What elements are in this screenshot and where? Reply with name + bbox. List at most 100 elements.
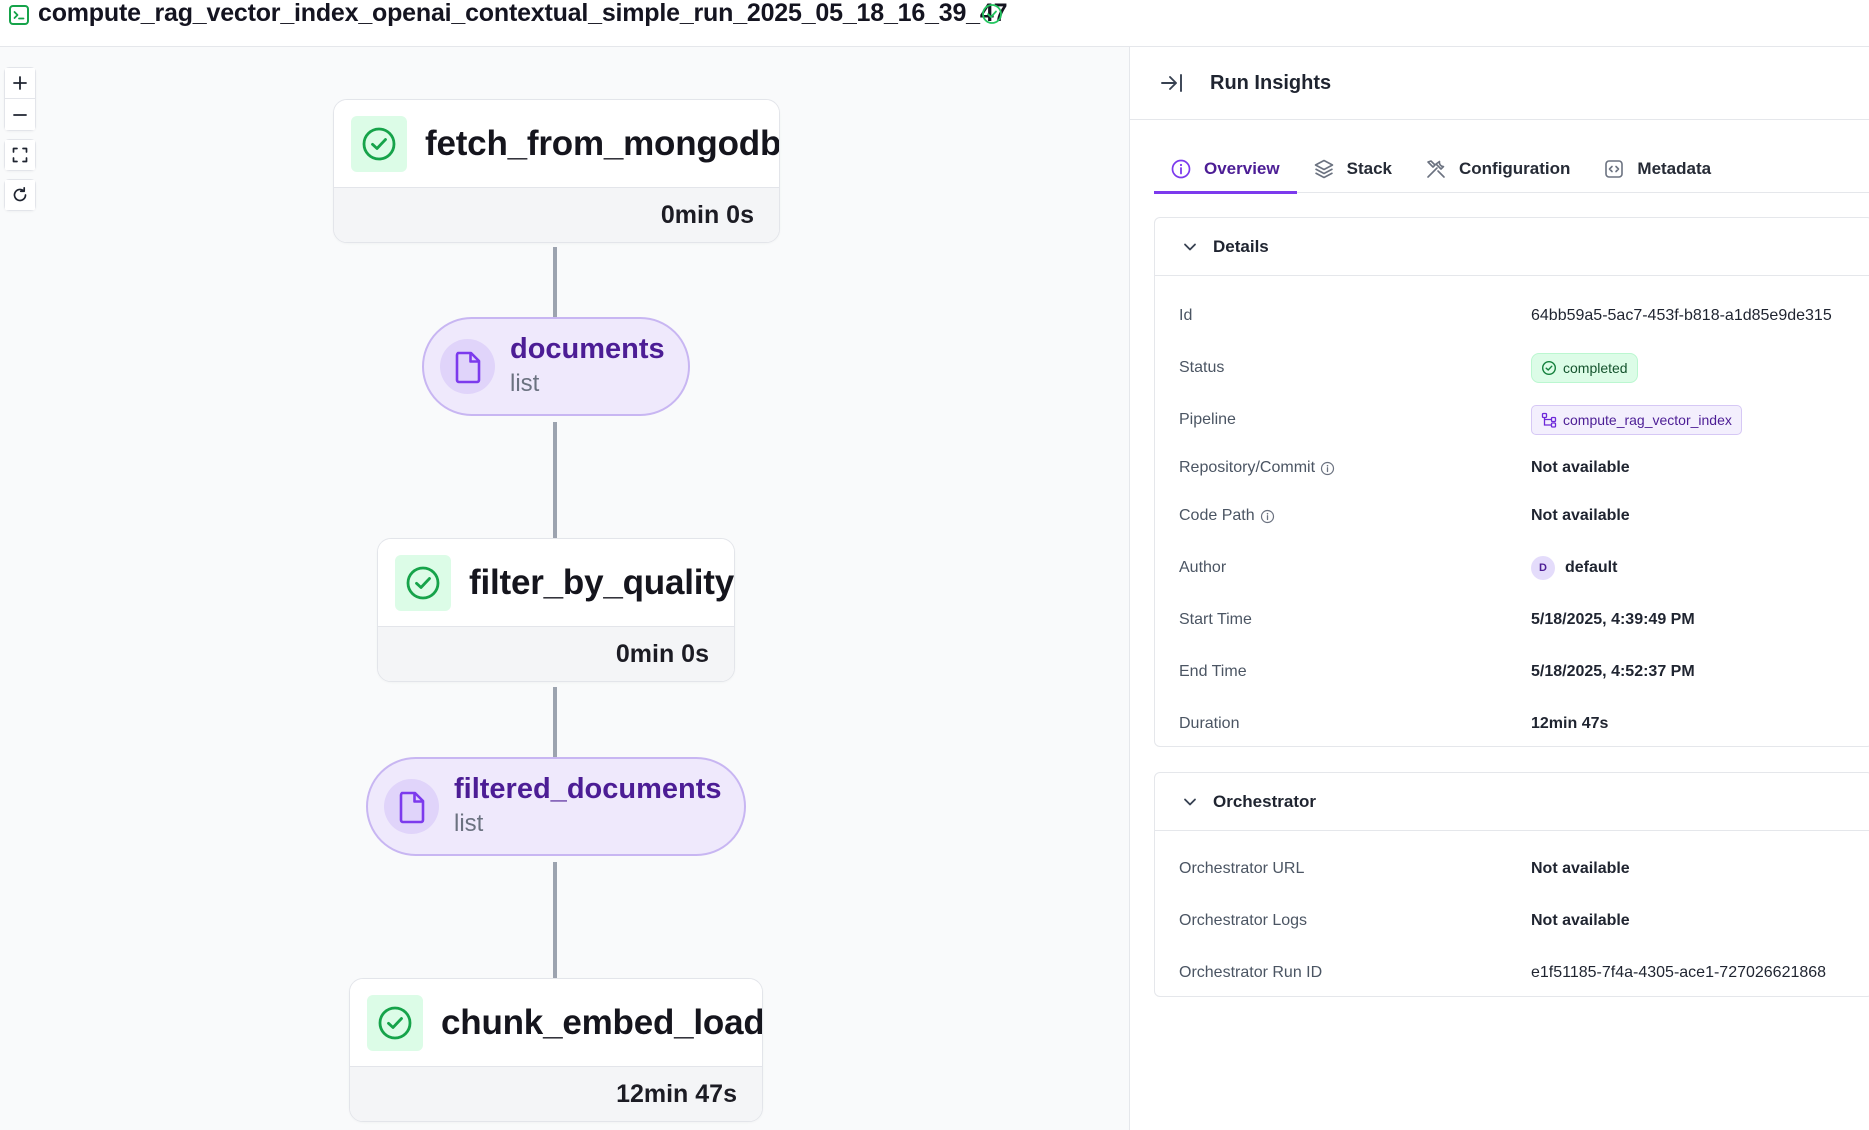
tab-label: Configuration [1458,159,1571,178]
orchestrator-logs-value: Not available [1531,912,1630,929]
orchestrator-row-logs: Orchestrator Logs Not available [1179,906,1869,936]
detail-row-author: Author D default [1179,553,1869,583]
chevron-down-icon [1184,243,1196,250]
panel-title: Run Insights [1210,71,1332,94]
run-id-value: 64bb59a5-5ac7-453f-b818-a1d85e9de315 [1531,307,1832,324]
step-duration: 12min 47s [350,1067,762,1121]
detail-row-status: Status completed [1179,353,1869,383]
step-success-icon [367,994,423,1051]
tab-stack[interactable]: Stack [1297,145,1409,193]
row-label: Orchestrator Run ID [1179,964,1323,981]
step-name: filter_by_quality [469,562,735,602]
details-title: Details [1213,236,1269,256]
code-icon [1605,160,1624,178]
refresh-button[interactable] [4,179,36,211]
refresh-icon [13,186,27,202]
row-label: Author [1179,559,1227,576]
chevron-down-icon [1184,798,1196,805]
zoom-in-icon [13,76,27,90]
dag-edge [553,247,557,317]
info-icon[interactable] [1320,461,1335,476]
orchestrator-row-run-id: Orchestrator Run ID e1f51185-7f4a-4305-a… [1179,958,1869,988]
page-title: compute_rag_vector_index_openai_contextu… [38,0,1008,27]
artifact-name: filtered_documents [454,772,722,805]
step-node-filter-by-quality[interactable]: filter_by_quality 0min 0s [377,538,735,682]
step-node-fetch-from-mongodb[interactable]: fetch_from_mongodb 0min 0s [333,99,780,243]
zoom-out-icon [13,113,27,116]
status-text: completed [1563,360,1628,376]
step-success-icon [395,554,451,611]
info-icon [1171,159,1191,179]
details-toggle[interactable]: Details [1155,218,1869,276]
artifact-name: documents [510,332,665,365]
row-label: Orchestrator Logs [1179,912,1308,929]
row-label: Duration [1179,715,1240,732]
tools-icon [1427,160,1445,178]
dag-edge [553,862,557,978]
zoom-out-button[interactable] [4,99,36,131]
orchestrator-title: Orchestrator [1213,791,1316,811]
repository-value: Not available [1531,459,1630,476]
avatar: D [1531,556,1555,580]
zoom-in-button[interactable] [4,67,36,99]
info-icon[interactable] [1260,509,1275,524]
row-label: Pipeline [1179,411,1236,428]
row-label: Repository/Commit [1179,459,1316,476]
step-name: fetch_from_mongodb [425,123,780,163]
row-label: Orchestrator URL [1179,860,1305,877]
tab-label: Metadata [1637,159,1712,178]
page-header: compute_rag_vector_index_openai_contextu… [0,0,1869,47]
code-path-value: Not available [1531,507,1630,524]
orchestrator-toggle[interactable]: Orchestrator [1155,773,1869,831]
terminal-icon [9,5,29,25]
dag-canvas[interactable]: fetch_from_mongodb 0min 0s documents lis… [0,47,1129,1130]
orchestrator-card: Orchestrator Orchestrator URL Not availa… [1154,772,1869,997]
pipeline-link[interactable]: compute_rag_vector_index [1531,405,1742,435]
dag-edge [553,687,557,757]
dag-edge [553,422,557,538]
pipeline-icon [1541,412,1557,428]
orchestrator-row-url: Orchestrator URL Not available [1179,854,1869,884]
artifact-type: list [510,369,540,397]
check-circle-icon [1541,360,1557,376]
tab-overview[interactable]: Overview [1154,145,1297,194]
author-name: default [1565,559,1618,576]
row-label: End Time [1179,663,1247,680]
collapse-panel-icon[interactable] [1159,70,1185,96]
detail-row-end-time: End Time 5/18/2025, 4:52:37 PM [1179,657,1869,687]
orchestrator-run-id-value: e1f51185-7f4a-4305-ace1-727026621868 [1531,964,1827,981]
fit-view-button[interactable] [4,139,36,171]
tab-configuration[interactable]: Configuration [1409,145,1587,193]
step-success-icon [351,115,407,172]
step-node-chunk-embed-load[interactable]: chunk_embed_load 12min 47s [349,978,763,1122]
check-circle-icon [982,4,1002,24]
tab-label: Overview [1204,159,1280,178]
pipeline-name: compute_rag_vector_index [1563,412,1732,428]
row-label: Code Path [1179,507,1255,524]
row-label: Start Time [1179,611,1252,628]
step-duration: 0min 0s [334,188,779,242]
layers-icon [1314,159,1333,179]
artifact-node-filtered-documents[interactable]: filtered_documents list [366,757,746,856]
panel-tabs: Overview Stack Configuration Metadata [1154,145,1869,194]
fit-view-icon [12,147,28,163]
tab-label: Stack [1346,159,1392,178]
status-badge: completed [1531,353,1638,383]
end-time-value: 5/18/2025, 4:52:37 PM [1531,663,1695,680]
detail-row-pipeline: Pipeline compute_rag_vector_index [1179,405,1869,435]
detail-row-duration: Duration 12min 47s [1179,709,1869,739]
tab-metadata[interactable]: Metadata [1587,145,1728,193]
start-time-value: 5/18/2025, 4:39:49 PM [1531,611,1695,628]
orchestrator-url-value: Not available [1531,860,1630,877]
canvas-controls [4,67,36,219]
detail-row-start-time: Start Time 5/18/2025, 4:39:49 PM [1179,605,1869,635]
row-label: Id [1179,307,1193,324]
details-card: Details Id 64bb59a5-5ac7-453f-b818-a1d85… [1154,217,1869,747]
file-icon [384,779,439,834]
row-label: Status [1179,359,1225,376]
file-icon [440,339,495,394]
step-duration: 0min 0s [378,627,734,681]
artifact-type: list [454,809,484,837]
detail-row-code-path: Code Path Not available [1179,501,1869,531]
artifact-node-documents[interactable]: documents list [422,317,690,416]
